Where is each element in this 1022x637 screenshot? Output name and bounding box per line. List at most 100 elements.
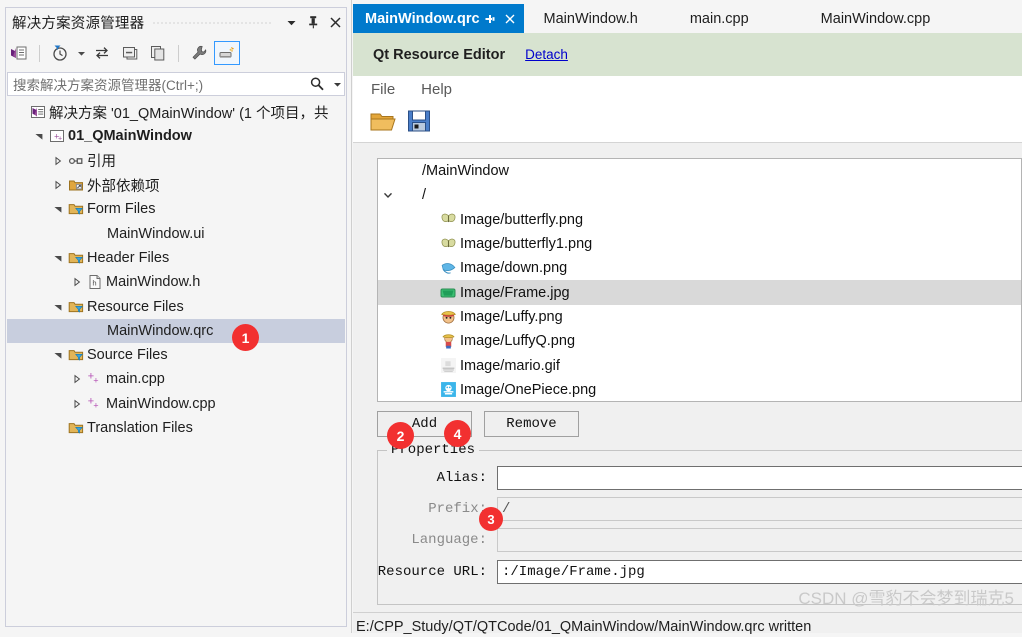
- sync-arrows-icon[interactable]: [89, 41, 115, 65]
- menu-help[interactable]: Help: [421, 81, 452, 98]
- resource-item-label: Image/down.png: [460, 260, 568, 277]
- show-all-files-icon[interactable]: [145, 41, 171, 65]
- tree-item[interactable]: 引用: [7, 149, 345, 173]
- tree-item[interactable]: Resource Files: [7, 294, 345, 318]
- svg-text:+: +: [93, 401, 98, 411]
- tree-item-label: main.cpp: [106, 371, 165, 388]
- tree-expander-icon[interactable]: [51, 197, 65, 221]
- solution-explorer-title: 解决方案资源管理器: [12, 15, 145, 32]
- resource-url-row: Resource URL: :/Image/Frame.jpg: [377, 560, 1022, 584]
- resource-item-label: Image/mario.gif: [460, 357, 560, 374]
- qt-menu-bar: File Help: [353, 76, 1022, 103]
- menu-file[interactable]: File: [371, 81, 395, 98]
- chevron-down-icon[interactable]: [280, 11, 302, 33]
- tree-item[interactable]: Source Files: [7, 343, 345, 367]
- status-text: E:/CPP_Study/QT/QTCode/01_QMainWindow/Ma…: [356, 619, 812, 635]
- filter-folder-icon: [65, 416, 87, 440]
- tree-item[interactable]: + + MainWindow.cpp: [7, 392, 345, 416]
- preview-item-icon[interactable]: [214, 41, 240, 65]
- visual-studio-window: 解决方案资源管理器 搜索解决方案资源管理器(Ctrl+;) 解决方案 '01_Q…: [0, 0, 1022, 635]
- resource-item-label: Image/butterfly1.png: [460, 236, 593, 253]
- resource-list-item[interactable]: Image/OnePiece.png: [378, 378, 1021, 401]
- tree-item-label: Translation Files: [87, 420, 193, 436]
- editor-tab-strip: MainWindow.qrc MainWindow.h main.cpp MainWi…: [353, 0, 1022, 34]
- solution-explorer-search[interactable]: 搜索解决方案资源管理器(Ctrl+;): [7, 72, 345, 96]
- tree-expander-icon[interactable]: [32, 124, 46, 148]
- tree-expander-icon[interactable]: [89, 319, 103, 343]
- resource-list-item[interactable]: Image/Luffy.png: [378, 305, 1021, 329]
- resource-file-list[interactable]: /MainWindow / Image/butterfly.png Image/but…: [377, 158, 1022, 402]
- solution-icon: [27, 100, 49, 124]
- editor-tab[interactable]: MainWindow.cpp: [809, 4, 943, 33]
- wrench-icon[interactable]: [186, 41, 212, 65]
- tree-item[interactable]: Header Files: [7, 246, 345, 270]
- tree-item-label: Source Files: [87, 347, 168, 364]
- none: [398, 160, 422, 182]
- resource-item-label: Image/butterfly.png: [460, 211, 584, 228]
- language-field: [497, 528, 1022, 552]
- editor-tab[interactable]: main.cpp: [678, 4, 761, 33]
- tree-expander-icon[interactable]: [51, 149, 65, 173]
- resource-list-item[interactable]: /: [378, 183, 1021, 207]
- tree-item[interactable]: + + main.cpp: [7, 367, 345, 391]
- editor-tab[interactable]: MainWindow.h: [532, 4, 650, 33]
- detach-link[interactable]: Detach: [525, 47, 568, 62]
- pin-icon[interactable]: [480, 8, 500, 30]
- chevron-down-icon[interactable]: [75, 41, 87, 65]
- tree-expander-icon[interactable]: [51, 416, 65, 440]
- tree-expander-icon[interactable]: [51, 246, 65, 270]
- luffy-thumb: [436, 306, 460, 328]
- close-icon[interactable]: [500, 8, 520, 30]
- prefix-row: Prefix: /: [377, 497, 1022, 521]
- open-folder-icon[interactable]: [369, 108, 397, 137]
- solution-explorer-home-icon[interactable]: [6, 41, 32, 65]
- qt-resource-toolbar: [353, 103, 1022, 143]
- resource-action-buttons: Add Remove: [377, 411, 1022, 438]
- cpp-file-icon: + +: [84, 392, 106, 416]
- close-icon[interactable]: [324, 11, 346, 33]
- search-options-chevron-icon[interactable]: [330, 80, 344, 89]
- tree-item[interactable]: Form Files: [7, 197, 345, 221]
- tree-expander-icon[interactable]: [13, 100, 27, 124]
- tree-item[interactable]: 解决方案 '01_QMainWindow' (1 个项目，共: [7, 100, 345, 124]
- alias-label: Alias:: [436, 470, 487, 486]
- resource-list-item[interactable]: Image/LuffyQ.png: [378, 329, 1021, 353]
- resource-list-item[interactable]: /MainWindow: [378, 159, 1021, 183]
- toolbar-separator: [39, 44, 40, 62]
- tree-item[interactable]: Translation Files: [7, 416, 345, 440]
- tree-item[interactable]: + +01_QMainWindow: [7, 124, 345, 148]
- resource-list-item[interactable]: Image/Frame.jpg: [378, 280, 1021, 305]
- remove-button[interactable]: Remove: [484, 411, 579, 437]
- tree-expander-icon[interactable]: [70, 392, 84, 416]
- tree-expander-icon[interactable]: [51, 295, 65, 319]
- alias-field[interactable]: [497, 466, 1022, 490]
- tree-expander-icon[interactable]: [70, 367, 84, 391]
- search-icon[interactable]: [304, 76, 330, 92]
- tree-expander-icon[interactable]: [51, 173, 65, 197]
- external-dependencies-icon: [65, 173, 87, 197]
- tree-item[interactable]: MainWindow.qrc: [7, 318, 345, 343]
- resource-list-item[interactable]: Image/down.png: [378, 256, 1021, 280]
- collapse-all-icon[interactable]: [117, 41, 143, 65]
- pin-icon[interactable]: [302, 11, 324, 33]
- tree-expander-icon[interactable]: [89, 222, 103, 246]
- tree-item[interactable]: MainWindow.ui: [7, 221, 345, 245]
- floppy-save-icon[interactable]: [406, 108, 432, 137]
- tree-item-label: 01_QMainWindow: [68, 128, 192, 145]
- butterfly-thumb: [436, 209, 460, 231]
- resource-list-item[interactable]: Image/mario.gif: [378, 353, 1021, 377]
- resource-expander-icon[interactable]: [378, 189, 398, 201]
- search-input-placeholder[interactable]: 搜索解决方案资源管理器(Ctrl+;): [8, 74, 304, 94]
- tree-expander-icon[interactable]: [70, 270, 84, 294]
- resource-list-item[interactable]: Image/butterfly.png: [378, 208, 1021, 232]
- onepiece-thumb: [436, 379, 460, 401]
- editor-tab[interactable]: MainWindow.qrc: [353, 4, 524, 33]
- solution-explorer-toolbar: [6, 38, 346, 68]
- tree-item-label: Form Files: [87, 201, 156, 218]
- tree-expander-icon[interactable]: [51, 343, 65, 367]
- tree-item[interactable]: 外部依赖项: [7, 173, 345, 197]
- resource-list-item[interactable]: Image/butterfly1.png: [378, 232, 1021, 256]
- pending-changes-filter-icon[interactable]: [47, 41, 73, 65]
- status-divider: [353, 612, 1022, 613]
- tree-item[interactable]: h MainWindow.h: [7, 270, 345, 294]
